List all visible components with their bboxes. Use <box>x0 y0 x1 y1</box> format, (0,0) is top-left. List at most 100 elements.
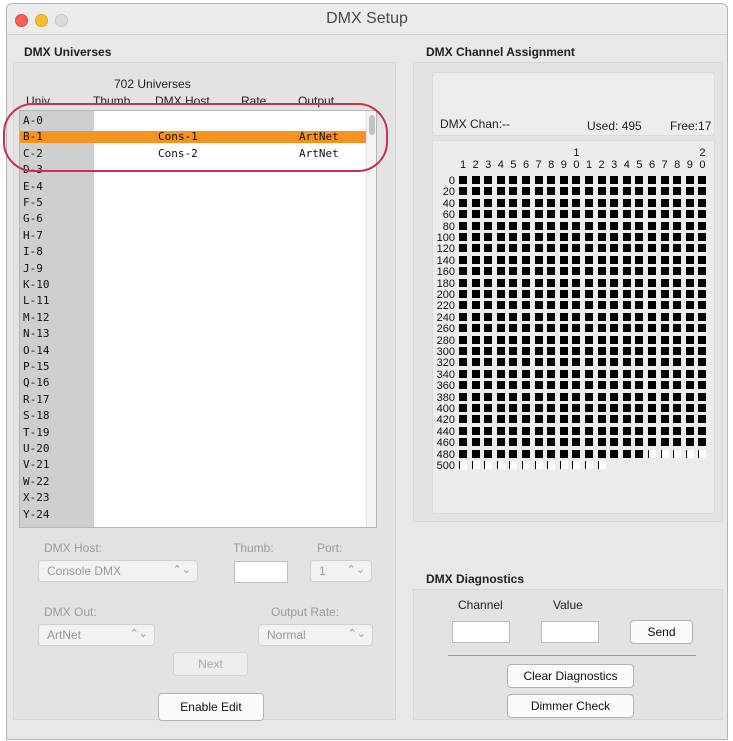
channel-cell-used[interactable] <box>597 221 606 230</box>
channel-cell-used[interactable] <box>559 255 568 264</box>
universe-row[interactable]: Q-16 <box>20 377 368 389</box>
channel-cell-used[interactable] <box>496 415 505 424</box>
channel-cell-used[interactable] <box>622 312 631 321</box>
dmx-host-select[interactable]: Console DMX ⌃⌄ <box>38 560 198 582</box>
channel-cell-used[interactable] <box>509 267 518 276</box>
channel-cell-used[interactable] <box>496 381 505 390</box>
channel-cell-used[interactable] <box>522 278 530 287</box>
channel-cell-used[interactable] <box>635 267 644 276</box>
channel-cell-used[interactable] <box>547 255 556 264</box>
channel-cell-used[interactable] <box>622 449 631 458</box>
channel-cell-used[interactable] <box>585 324 593 333</box>
universe-row[interactable]: T-19 <box>20 426 368 439</box>
channel-cell-used[interactable] <box>559 347 568 355</box>
thumb-input[interactable] <box>234 561 288 583</box>
channel-cell-free[interactable] <box>660 449 669 458</box>
channel-cell-used[interactable] <box>484 312 493 321</box>
channel-cell-used[interactable] <box>572 324 581 333</box>
channel-cell-used[interactable] <box>597 324 606 333</box>
channel-cell-used[interactable] <box>610 369 619 378</box>
channel-cell-used[interactable] <box>547 301 556 310</box>
channel-cell-used[interactable] <box>597 244 606 253</box>
channel-cell-free[interactable] <box>572 461 581 469</box>
channel-cell-used[interactable] <box>622 255 631 264</box>
channel-cell-used[interactable] <box>660 290 669 298</box>
channel-cell-used[interactable] <box>585 392 593 401</box>
channel-cell-used[interactable] <box>459 369 467 378</box>
channel-cell-used[interactable] <box>648 233 656 241</box>
channel-cell-used[interactable] <box>547 278 556 287</box>
channel-cell-used[interactable] <box>610 278 619 287</box>
channel-cell-used[interactable] <box>610 187 619 196</box>
channel-cell-used[interactable] <box>673 347 682 355</box>
channel-cell-used[interactable] <box>559 415 568 424</box>
channel-cell-used[interactable] <box>648 426 656 435</box>
channel-cell-used[interactable] <box>610 438 619 447</box>
channel-cell-used[interactable] <box>547 404 556 412</box>
channel-cell-used[interactable] <box>660 187 669 196</box>
channel-cell-used[interactable] <box>496 438 505 447</box>
channel-cell-free[interactable] <box>559 461 568 469</box>
universe-row[interactable]: N-13 <box>20 328 368 340</box>
channel-cell-used[interactable] <box>572 267 581 276</box>
channel-cell-used[interactable] <box>698 210 707 219</box>
channel-cell-used[interactable] <box>572 438 581 447</box>
channel-cell-used[interactable] <box>622 278 631 287</box>
channel-cell-used[interactable] <box>484 290 493 298</box>
channel-cell-used[interactable] <box>585 347 593 355</box>
channel-cell-used[interactable] <box>673 392 682 401</box>
channel-cell-used[interactable] <box>673 187 682 196</box>
channel-cell-used[interactable] <box>585 301 593 310</box>
channel-cell-free[interactable] <box>459 461 467 469</box>
channel-cell-used[interactable] <box>648 290 656 298</box>
channel-cell-used[interactable] <box>496 426 505 435</box>
channel-cell-used[interactable] <box>635 301 644 310</box>
channel-cell-used[interactable] <box>622 335 631 344</box>
channel-cell-used[interactable] <box>559 301 568 310</box>
channel-cell-used[interactable] <box>459 187 467 196</box>
channel-cell-used[interactable] <box>660 255 669 264</box>
channel-cell-used[interactable] <box>610 301 619 310</box>
channel-cell-used[interactable] <box>622 290 631 298</box>
channel-cell-used[interactable] <box>534 404 543 412</box>
channel-cell-used[interactable] <box>673 335 682 344</box>
channel-cell-used[interactable] <box>484 381 493 390</box>
channel-cell-used[interactable] <box>484 210 493 219</box>
channel-cell-used[interactable] <box>522 438 530 447</box>
channel-cell-used[interactable] <box>585 187 593 196</box>
channel-cell-used[interactable] <box>635 233 644 241</box>
channel-cell-used[interactable] <box>698 312 707 321</box>
channel-cell-used[interactable] <box>597 255 606 264</box>
universe-row[interactable]: E-4 <box>20 180 368 193</box>
channel-cell-used[interactable] <box>509 221 518 230</box>
channel-cell-used[interactable] <box>585 176 593 184</box>
output-rate-select[interactable]: Normal ⌃⌄ <box>258 624 373 646</box>
channel-cell-used[interactable] <box>698 233 707 241</box>
channel-cell-used[interactable] <box>673 221 682 230</box>
channel-cell-used[interactable] <box>622 369 631 378</box>
channel-cell-used[interactable] <box>496 176 505 184</box>
channel-cell-used[interactable] <box>484 358 493 367</box>
channel-cell-used[interactable] <box>660 426 669 435</box>
channel-cell-used[interactable] <box>471 290 480 298</box>
channel-cell-used[interactable] <box>459 198 467 207</box>
channel-cell-used[interactable] <box>471 267 480 276</box>
channel-cell-used[interactable] <box>610 358 619 367</box>
channel-cell-used[interactable] <box>585 358 593 367</box>
channel-cell-used[interactable] <box>572 278 581 287</box>
channel-cell-used[interactable] <box>597 392 606 401</box>
channel-cell-used[interactable] <box>522 381 530 390</box>
channel-cell-used[interactable] <box>698 358 707 367</box>
channel-cell-used[interactable] <box>597 312 606 321</box>
channel-cell-used[interactable] <box>522 267 530 276</box>
channel-cell-used[interactable] <box>534 312 543 321</box>
channel-cell-used[interactable] <box>534 324 543 333</box>
channel-cell-used[interactable] <box>685 301 694 310</box>
channel-cell-free[interactable] <box>484 461 493 469</box>
channel-cell-used[interactable] <box>648 255 656 264</box>
channel-cell-used[interactable] <box>622 233 631 241</box>
channel-cell-used[interactable] <box>635 221 644 230</box>
channel-cell-used[interactable] <box>610 210 619 219</box>
channel-cell-used[interactable] <box>496 221 505 230</box>
channel-cell-used[interactable] <box>572 381 581 390</box>
